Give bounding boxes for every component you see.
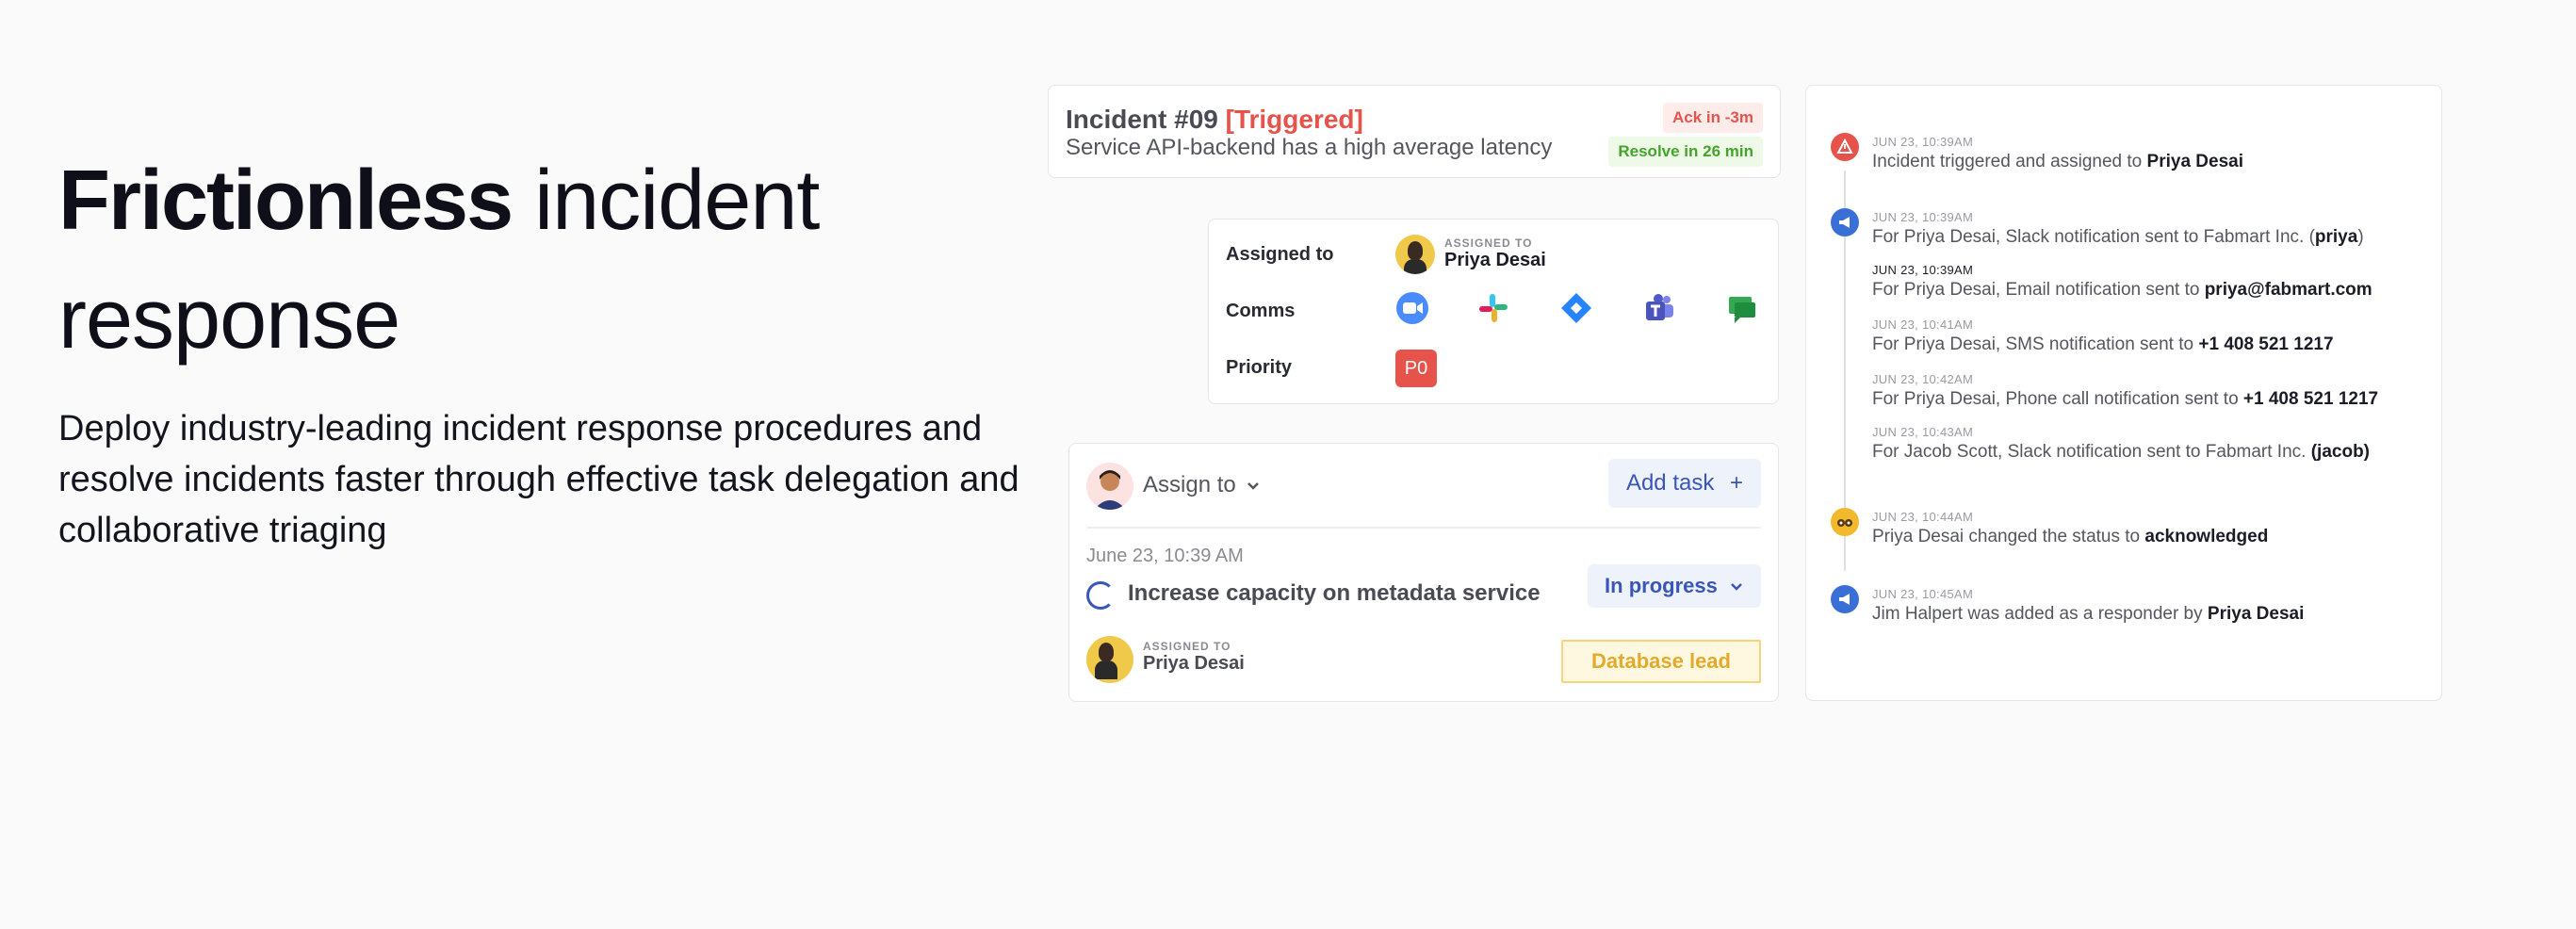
alert-icon [1831,133,1859,161]
timeline-time: JUN 23, 10:43AM [1872,425,1974,439]
timeline-event: For Priya Desai, SMS notification sent t… [1872,334,2334,354]
incident-number: Incident #09 [1066,105,1218,134]
assigned-to-label: Assigned to [1226,244,1334,265]
timeline-event: For Priya Desai, Phone call notification… [1872,389,2379,409]
timeline-event: Incident triggered and assigned to Priya… [1872,152,2243,171]
hero-title-line2: response [58,272,400,367]
timeline-time: JUN 23, 10:45AM [1872,587,1974,601]
task-name[interactable]: Increase capacity on metadata service [1128,580,1541,607]
hero-title-bold: Frictionless [58,154,514,248]
slack-icon[interactable] [1476,291,1510,325]
incident-card[interactable]: Incident #09 [Triggered] Service API-bac… [1048,85,1781,178]
add-task-button[interactable]: Add task + [1608,459,1761,508]
in-progress-spinner-icon [1086,581,1115,610]
status-dropdown[interactable]: In progress [1588,564,1761,608]
megaphone-icon [1831,585,1859,613]
hero-section: Frictionless incident response Deploy in… [58,141,1029,556]
timeline-time: JUN 23, 10:42AM [1872,372,1974,386]
assign-to-label: Assign to [1143,472,1236,497]
incident-title: Incident #09 [Triggered] [1066,105,1363,135]
task-assigned-caption: ASSIGNED TO [1143,640,1231,653]
plus-icon: + [1730,470,1744,496]
timeline-time: JUN 23, 10:41AM [1872,318,1974,332]
resolve-badge: Resolve in 26 min [1608,137,1763,167]
hero-title: Frictionless incident response [58,141,1029,379]
current-user-avatar [1086,463,1133,510]
priority-label: Priority [1226,357,1293,378]
hero-title-rest: incident [534,154,820,248]
task-assignee-name: Priya Desai [1143,653,1245,674]
assigned-caption: ASSIGNED TO [1444,236,1533,250]
incident-details-card: Assigned to ASSIGNED TO Priya Desai Comm… [1208,219,1779,404]
divider [1086,527,1761,529]
timeline-time: JUN 23, 10:39AM [1872,210,1974,224]
incident-status: [Triggered] [1225,105,1363,134]
activity-timeline: JUN 23, 10:39AM Incident triggered and a… [1805,85,2442,701]
timeline-event: Priya Desai changed the status to acknow… [1872,527,2269,546]
timeline-event: For Priya Desai, Slack notification sent… [1872,227,2364,247]
google-chat-icon[interactable] [1725,291,1759,325]
megaphone-icon [1831,208,1859,236]
ack-badge: Ack in -3m [1663,103,1763,133]
add-task-label: Add task [1625,470,1715,496]
incident-subtitle: Service API-backend has a high average l… [1066,135,1553,160]
timeline-event: For Jacob Scott, Slack notification sent… [1872,442,2370,462]
chevron-down-icon [1247,482,1260,490]
assignee-name: Priya Desai [1444,250,1546,270]
assign-to-dropdown[interactable]: Assign to [1143,472,1261,498]
zoom-icon[interactable] [1395,291,1429,325]
timeline-time: JUN 23, 10:39AM [1872,263,1974,277]
timeline-time: JUN 23, 10:44AM [1872,510,1974,524]
task-date: June 23, 10:39 AM [1086,546,1244,566]
hero-description: Deploy industry-leading incident respons… [58,409,1019,550]
status-label: In progress [1605,574,1718,597]
timeline-time: JUN 23, 10:39AM [1872,135,1974,149]
teams-icon[interactable] [1642,291,1676,325]
timeline-event: Jim Halpert was added as a responder by … [1872,604,2305,624]
timeline-event: For Priya Desai, Email notification sent… [1872,280,2372,300]
role-tag: Database lead [1561,640,1761,683]
priority-badge[interactable]: P0 [1395,350,1437,387]
task-assignee-avatar [1086,636,1133,683]
chevron-down-icon [1731,583,1742,591]
assignee-avatar[interactable] [1395,235,1435,274]
comms-label: Comms [1226,301,1296,321]
task-card: Assign to Add task + June 23, 10:39 AM I… [1068,443,1779,702]
jira-icon[interactable] [1559,291,1593,325]
acknowledged-icon [1831,508,1859,536]
